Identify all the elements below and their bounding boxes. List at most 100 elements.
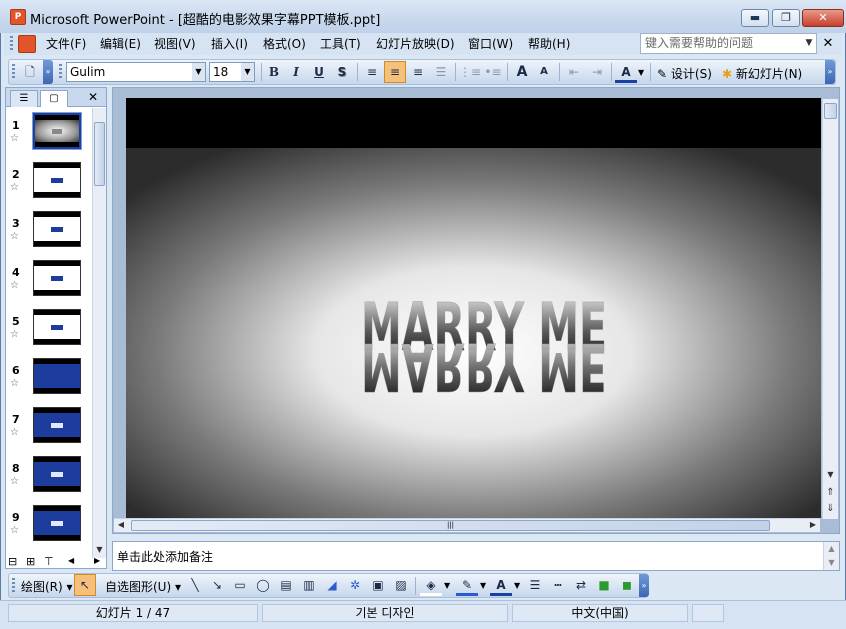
- notes-placeholder[interactable]: 单击此处添加备注: [117, 548, 213, 565]
- restore-button[interactable]: ❐: [772, 9, 800, 27]
- menu-view[interactable]: 视图(V): [153, 36, 197, 52]
- diagram-icon[interactable]: ✲: [344, 574, 366, 596]
- shadow-style-icon[interactable]: ■: [593, 574, 615, 596]
- next-slide-icon[interactable]: ⇓: [824, 503, 837, 514]
- distribute-icon[interactable]: ☰: [430, 61, 452, 83]
- slide-thumbnail[interactable]: [32, 112, 82, 150]
- increase-font-icon[interactable]: A: [511, 61, 533, 83]
- menu-edit[interactable]: 编辑(E): [99, 36, 142, 52]
- numbering-icon[interactable]: ⋮≡: [459, 61, 481, 83]
- tab-outline[interactable]: ☰: [10, 90, 38, 107]
- new-document-icon[interactable]: 🗋: [19, 61, 41, 83]
- increase-indent-icon[interactable]: ⇥: [586, 61, 608, 83]
- editor-horizontal-scrollbar[interactable]: ◀ ||| ▶: [114, 518, 820, 532]
- scroll-up-arrow[interactable]: ▲: [825, 544, 838, 553]
- previous-slide-icon[interactable]: ⇑: [824, 487, 837, 498]
- vertical-textbox-icon[interactable]: ▥: [298, 574, 320, 596]
- toolbar-options-chevron[interactable]: »: [43, 60, 53, 84]
- chevron-down-icon[interactable]: ▼: [638, 68, 644, 77]
- wordart-icon[interactable]: ◢: [321, 574, 343, 596]
- notes-scrollbar[interactable]: ▲ ▼: [823, 542, 839, 570]
- help-dropdown-icon[interactable]: ▼: [803, 35, 815, 52]
- line-style-icon[interactable]: ☰: [524, 574, 546, 596]
- scroll-down-arrow[interactable]: ▼: [824, 470, 837, 479]
- font-size-select[interactable]: 18 ▼: [209, 62, 255, 82]
- font-color-draw-button[interactable]: A: [490, 574, 512, 596]
- current-slide[interactable]: MARRY ME MARRY ME: [126, 98, 821, 518]
- slide-thumbnail[interactable]: [33, 162, 81, 198]
- rectangle-tool-icon[interactable]: ▭: [229, 574, 251, 596]
- chevron-down-icon[interactable]: ▼: [444, 581, 450, 590]
- toolbar-options-chevron[interactable]: »: [639, 574, 649, 597]
- close-button[interactable]: ✕: [802, 9, 844, 27]
- scroll-right-arrow[interactable]: ▶: [808, 520, 818, 529]
- align-right-icon[interactable]: ≡: [407, 61, 429, 83]
- toolbar-grip[interactable]: [12, 64, 15, 80]
- slide-thumbnail[interactable]: [33, 358, 81, 394]
- toolbar-grip[interactable]: [12, 578, 15, 594]
- slides-pane-scrollbar[interactable]: ▼: [92, 108, 106, 558]
- arrow-tool-icon[interactable]: ↘: [206, 574, 228, 596]
- 3d-style-icon[interactable]: ◼: [616, 574, 638, 596]
- slide-thumbnail[interactable]: [33, 260, 81, 296]
- slide-thumbnail[interactable]: [33, 309, 81, 345]
- scrollbar-thumb[interactable]: |||: [131, 520, 770, 531]
- underline-button[interactable]: U: [308, 61, 330, 83]
- menu-help[interactable]: 帮助(H): [527, 36, 571, 52]
- dash-style-icon[interactable]: ┅: [547, 574, 569, 596]
- scroll-down-arrow[interactable]: ▼: [825, 558, 838, 567]
- slide-thumbnail[interactable]: [33, 211, 81, 247]
- font-color-button[interactable]: A: [615, 61, 637, 83]
- document-close-icon[interactable]: ✕: [821, 35, 835, 52]
- autoshapes-menu-button[interactable]: 自选图形(U) ▾: [105, 578, 181, 595]
- scrollbar-thumb[interactable]: [94, 122, 105, 186]
- new-slide-button[interactable]: ✱ 新幻灯片(N): [722, 65, 802, 82]
- menu-window[interactable]: 窗口(W): [467, 36, 514, 52]
- minimize-button[interactable]: ▬: [741, 9, 769, 27]
- tab-slides[interactable]: ▢: [40, 90, 68, 107]
- picture-icon[interactable]: ▨: [390, 574, 412, 596]
- menubar-grip[interactable]: [10, 36, 13, 52]
- chevron-down-icon[interactable]: ▼: [241, 63, 254, 81]
- slide-sorter-icon[interactable]: ⊞: [26, 555, 35, 568]
- scroll-left-arrow[interactable]: ◀: [68, 556, 74, 565]
- toolbar-options-chevron[interactable]: »: [825, 60, 835, 84]
- line-color-icon[interactable]: ✎: [456, 574, 478, 596]
- shadow-button[interactable]: S: [331, 61, 353, 83]
- design-button[interactable]: ✎ 设计(S): [657, 65, 712, 82]
- bullets-icon[interactable]: •≡: [482, 61, 504, 83]
- slideshow-icon[interactable]: ⊤: [44, 555, 54, 568]
- toolbar-grip-2[interactable]: [59, 64, 62, 80]
- scrollbar-thumb[interactable]: [824, 103, 837, 119]
- chevron-down-icon[interactable]: ▼: [480, 581, 486, 590]
- oval-tool-icon[interactable]: ◯: [252, 574, 274, 596]
- slide-thumbnail[interactable]: [33, 407, 81, 443]
- font-name-select[interactable]: Gulim ▼: [66, 62, 206, 82]
- clipart-icon[interactable]: ▣: [367, 574, 389, 596]
- bold-button[interactable]: B: [263, 61, 285, 83]
- select-objects-icon[interactable]: ↖: [74, 574, 96, 596]
- help-search-input[interactable]: 键入需要帮助的问题: [640, 33, 817, 54]
- line-tool-icon[interactable]: ╲: [184, 574, 206, 596]
- pane-close-icon[interactable]: ✕: [88, 90, 98, 104]
- normal-view-icon[interactable]: ⊟: [8, 555, 17, 568]
- align-left-icon[interactable]: ≡: [361, 61, 383, 83]
- scroll-left-arrow[interactable]: ◀: [116, 520, 126, 529]
- document-icon[interactable]: [18, 35, 36, 53]
- align-center-icon[interactable]: ≡: [384, 61, 406, 83]
- decrease-indent-icon[interactable]: ⇤: [563, 61, 585, 83]
- scroll-down-arrow[interactable]: ▼: [94, 545, 105, 554]
- menu-tools[interactable]: 工具(T): [319, 36, 362, 52]
- menu-format[interactable]: 格式(O): [262, 36, 307, 52]
- menu-insert[interactable]: 插入(I): [210, 36, 249, 52]
- slide-thumbnail[interactable]: [33, 456, 81, 492]
- decrease-font-icon[interactable]: A: [533, 61, 555, 83]
- chevron-down-icon[interactable]: ▼: [514, 581, 520, 590]
- powerpoint-app-icon[interactable]: P: [10, 9, 26, 25]
- menu-slideshow[interactable]: 幻灯片放映(D): [375, 36, 456, 52]
- draw-menu-button[interactable]: 绘图(R) ▾: [21, 578, 73, 595]
- editor-vertical-scrollbar[interactable]: ▼ ⇑ ⇓: [822, 99, 838, 519]
- textbox-tool-icon[interactable]: ▤: [275, 574, 297, 596]
- chevron-down-icon[interactable]: ▼: [192, 63, 205, 81]
- slide-thumbnail[interactable]: [33, 505, 81, 541]
